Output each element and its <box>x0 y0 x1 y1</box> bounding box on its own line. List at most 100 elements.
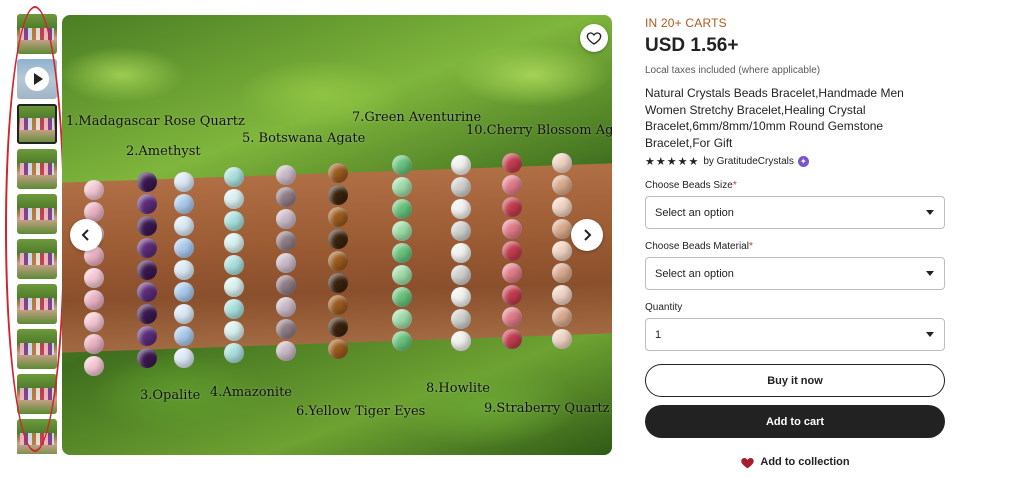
bead <box>552 285 572 305</box>
bead <box>392 221 412 241</box>
bead <box>451 309 471 329</box>
bead <box>174 260 194 280</box>
bead <box>174 348 194 368</box>
bead <box>224 255 244 275</box>
beads-material-value: Select an option <box>655 267 734 280</box>
bead <box>328 207 348 227</box>
bead <box>137 304 157 324</box>
add-to-collection-button[interactable]: Add to collection <box>645 455 945 469</box>
bead <box>137 326 157 346</box>
bead <box>552 263 572 283</box>
bead <box>451 221 471 241</box>
bead <box>328 251 348 271</box>
bead <box>137 348 157 368</box>
beads-size-select[interactable]: Select an option <box>645 196 945 229</box>
video-thumbnail[interactable] <box>17 59 57 99</box>
listing-title: Natural Crystals Beads Bracelet,Handmade… <box>645 86 904 150</box>
shop-info[interactable]: ★★★★★ by GratitudeCrystals ✦ <box>645 155 945 168</box>
thumbnail[interactable] <box>17 329 57 369</box>
heart-outline-icon <box>586 32 602 45</box>
bead <box>552 219 572 239</box>
bead <box>276 275 296 295</box>
bead <box>174 282 194 302</box>
thumbnail[interactable] <box>17 284 57 324</box>
favorite-button[interactable] <box>580 24 608 52</box>
taxes-note: Local taxes included (where applicable) <box>645 65 821 76</box>
bead <box>84 268 104 288</box>
thumbnail[interactable] <box>17 374 57 414</box>
quantity-select[interactable]: 1 <box>645 318 945 351</box>
bead <box>502 263 522 283</box>
bead <box>328 317 348 337</box>
bead <box>552 329 572 349</box>
thumbnail[interactable] <box>17 419 57 454</box>
bead <box>84 356 104 376</box>
thumbnail-strip[interactable] <box>16 14 60 454</box>
shop-name-link[interactable]: by GratitudeCrystals <box>703 156 794 167</box>
bead <box>224 167 244 187</box>
bracelet <box>552 153 572 349</box>
bracelet-label: 4.Amazonite <box>210 385 292 400</box>
bead <box>552 241 572 261</box>
bead <box>276 209 296 229</box>
previous-image-button[interactable] <box>70 219 102 251</box>
bead <box>84 334 104 354</box>
bead <box>137 172 157 192</box>
chevron-left-icon <box>81 229 89 241</box>
bracelet-label: 7.Green Aventurine <box>352 110 482 125</box>
bead <box>392 331 412 351</box>
chevron-right-icon <box>584 229 592 241</box>
bracelet-label: 10.Cherry Blossom Agate <box>466 123 612 138</box>
bead <box>276 253 296 273</box>
star-rating: ★★★★★ <box>645 156 700 168</box>
beads-size-value: Select an option <box>655 206 734 219</box>
beads-material-select[interactable]: Select an option <box>645 257 945 290</box>
bead <box>502 175 522 195</box>
bead <box>392 309 412 329</box>
bracelet <box>392 155 412 351</box>
thumbnail[interactable] <box>17 14 57 54</box>
bead <box>392 265 412 285</box>
quantity-label: Quantity <box>645 302 683 313</box>
listing-page: 1.Madagascar Rose Quartz 2.Amethyst 3.Op… <box>0 0 1024 477</box>
bead <box>392 243 412 263</box>
buy-it-now-button[interactable]: Buy it now <box>645 364 945 397</box>
heart-filled-icon <box>741 457 755 469</box>
bracelet <box>224 167 244 363</box>
bead <box>451 331 471 351</box>
in-carts-badge: IN 20+ CARTS <box>645 16 727 30</box>
bead <box>137 194 157 214</box>
caret-down-icon <box>926 332 934 337</box>
thumbnail[interactable] <box>17 149 57 189</box>
price: USD 1.56+ <box>645 35 739 56</box>
bracelet-label: 8.Howlite <box>426 381 490 396</box>
bead <box>224 321 244 341</box>
thumbnail[interactable] <box>17 194 57 234</box>
next-image-button[interactable] <box>571 219 603 251</box>
bead <box>276 165 296 185</box>
bead <box>328 163 348 183</box>
bead <box>224 211 244 231</box>
bracelet-label: 2.Amethyst <box>126 144 201 159</box>
quantity-value: 1 <box>655 328 662 341</box>
bead <box>276 341 296 361</box>
bead <box>451 155 471 175</box>
bead <box>451 177 471 197</box>
bracelet-label: 9.Straberry Quartz <box>484 401 610 416</box>
bead <box>552 197 572 217</box>
bead <box>174 172 194 192</box>
bead <box>392 287 412 307</box>
thumbnail[interactable] <box>17 239 57 279</box>
beads-material-label: Choose Beads Material* <box>645 241 753 252</box>
bracelet <box>84 180 104 376</box>
bead <box>502 153 522 173</box>
bead <box>552 153 572 173</box>
bead <box>276 231 296 251</box>
bead <box>174 216 194 236</box>
bead <box>276 319 296 339</box>
add-to-cart-button[interactable]: Add to cart <box>645 405 945 438</box>
thumbnail-selected[interactable] <box>17 104 57 144</box>
main-product-image[interactable]: 1.Madagascar Rose Quartz 2.Amethyst 3.Op… <box>62 15 612 455</box>
bead <box>552 175 572 195</box>
bead <box>174 326 194 346</box>
